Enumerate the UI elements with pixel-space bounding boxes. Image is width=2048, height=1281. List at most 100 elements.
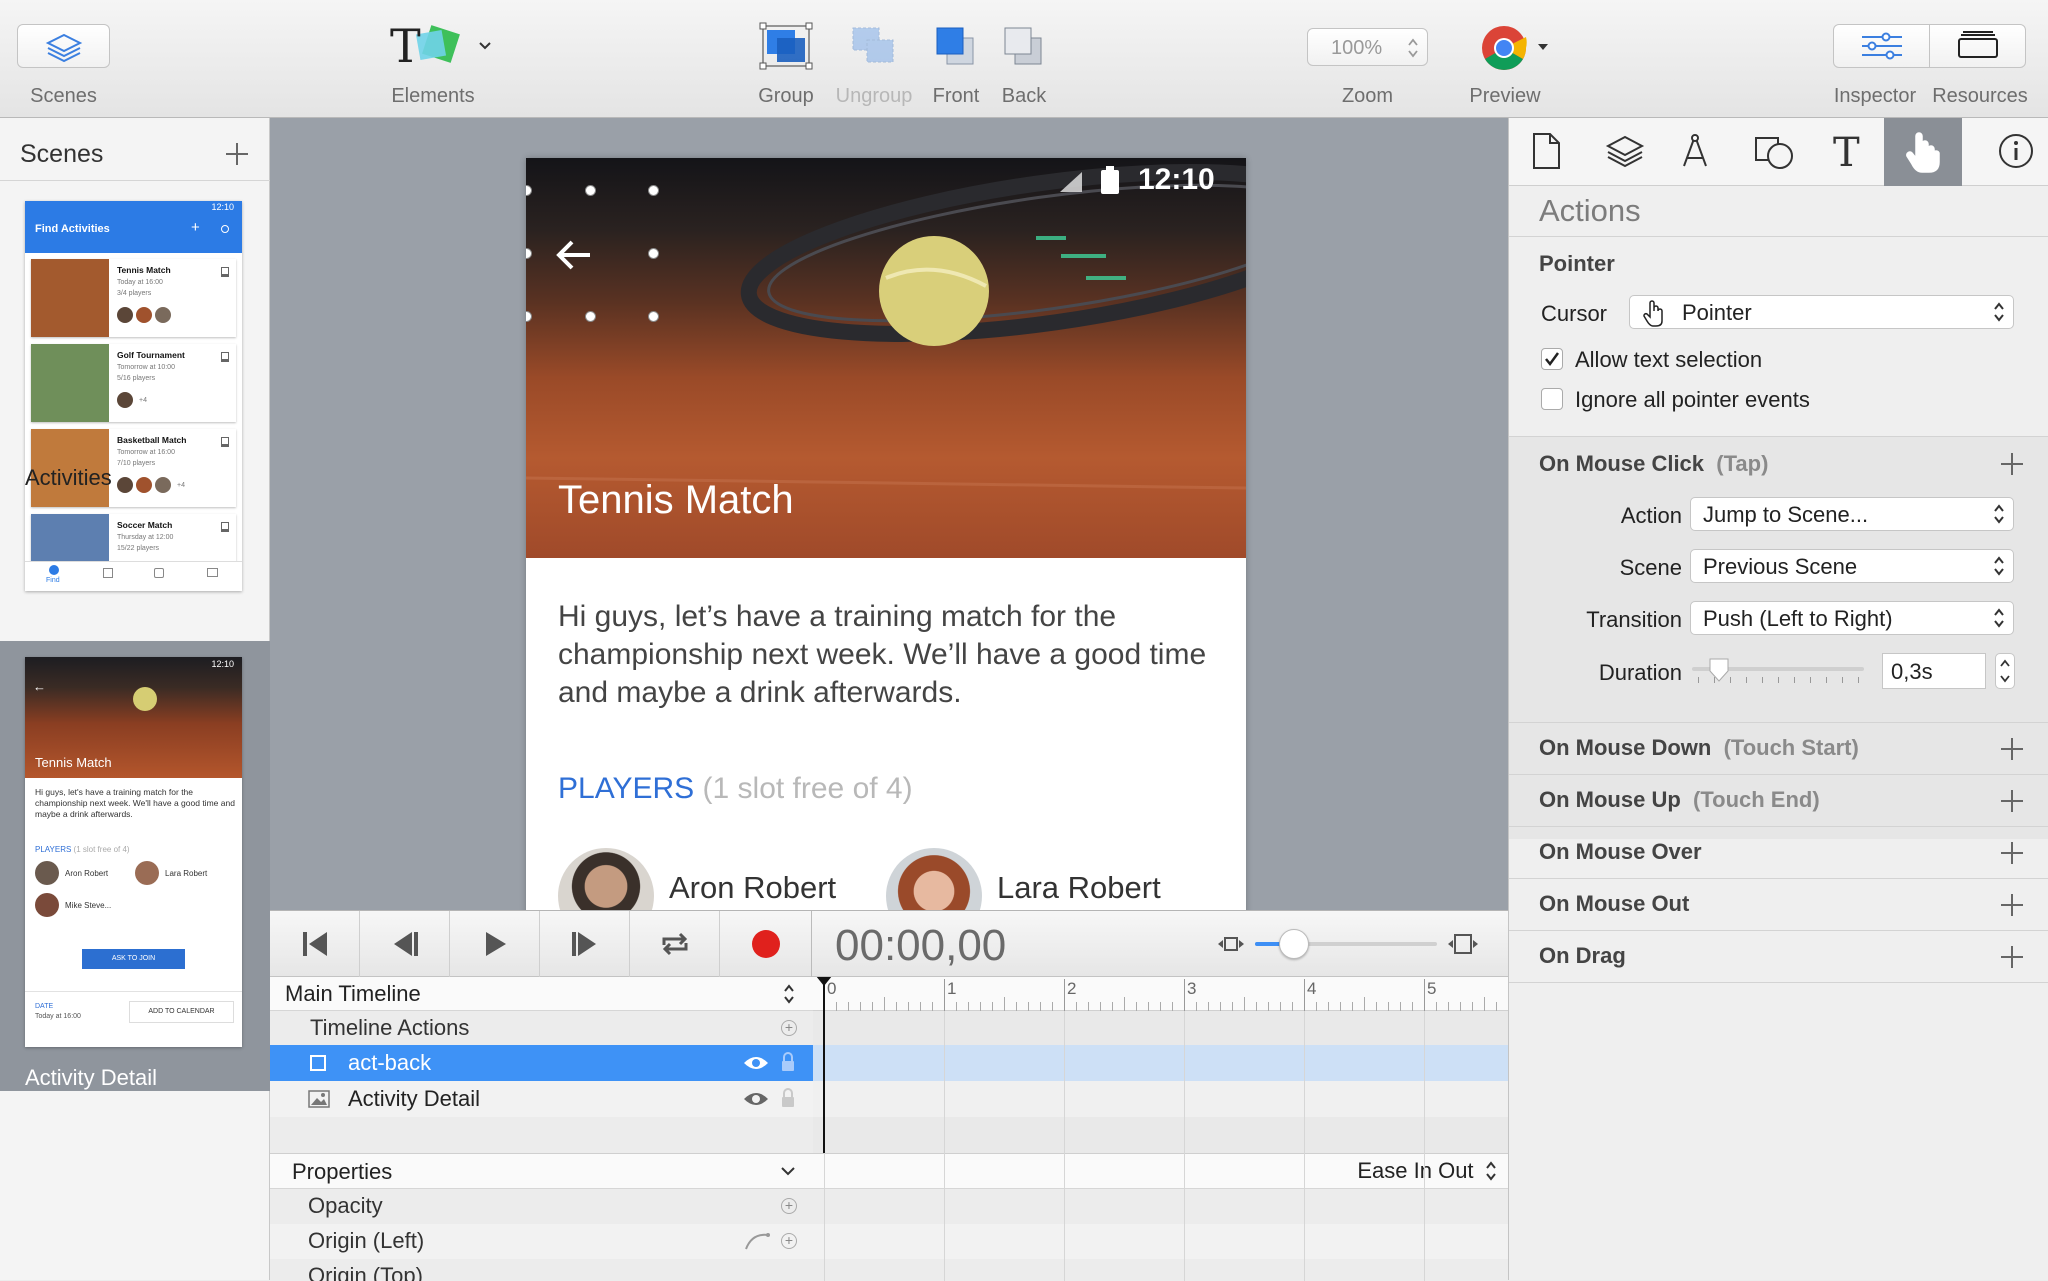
playhead[interactable] bbox=[823, 977, 825, 1153]
add-action-icon[interactable] bbox=[2001, 738, 2023, 760]
group-button[interactable] bbox=[757, 20, 815, 72]
handle[interactable] bbox=[648, 248, 659, 259]
ignore-pointer-events-checkbox[interactable] bbox=[1541, 388, 1563, 410]
action-select[interactable]: Jump to Scene... bbox=[1690, 497, 2014, 531]
thumb1-tab-find: Find bbox=[46, 577, 60, 584]
thumb2-avatar-2 bbox=[135, 861, 159, 885]
text-icon[interactable]: T bbox=[1831, 132, 1863, 170]
ruler-tick-label: 1 bbox=[947, 979, 957, 998]
preview-button[interactable] bbox=[1480, 24, 1550, 72]
property-row-origin-top[interactable]: Origin (Top) bbox=[270, 1259, 813, 1281]
handle[interactable] bbox=[648, 311, 659, 322]
add-keyframe-icon[interactable]: + bbox=[781, 1233, 797, 1249]
playhead-handle-icon[interactable] bbox=[816, 977, 832, 988]
layer-row-act-back[interactable]: act-back bbox=[270, 1045, 813, 1081]
ruler-minor-tick bbox=[1040, 1002, 1041, 1011]
add-scene-icon[interactable] bbox=[226, 143, 248, 165]
duration-field[interactable]: 0,3s bbox=[1882, 653, 1986, 689]
transition-select[interactable]: Push (Left to Right) bbox=[1690, 601, 2014, 635]
panel-toggle-group bbox=[1833, 24, 2026, 68]
elements-button[interactable]: T bbox=[388, 19, 498, 73]
ruler-minor-tick bbox=[1004, 997, 1005, 1011]
allow-text-selection-checkbox[interactable] bbox=[1541, 348, 1563, 370]
scenes-label: Scenes bbox=[30, 85, 97, 107]
resources-toggle-button[interactable] bbox=[1930, 25, 2026, 67]
ruler-minor-tick bbox=[1232, 1002, 1233, 1011]
zoom-out-icon[interactable] bbox=[1216, 933, 1246, 955]
bring-front-button[interactable] bbox=[933, 24, 979, 70]
on-mouse-over-section[interactable]: On Mouse Over bbox=[1509, 827, 2048, 879]
on-mouse-down-section[interactable]: On Mouse Down (Touch Start) bbox=[1509, 723, 2048, 775]
inspector-toggle-button[interactable] bbox=[1834, 25, 1930, 67]
timeline-zoom-slider[interactable] bbox=[1255, 929, 1437, 959]
lock-icon[interactable] bbox=[780, 1052, 796, 1072]
scenes-toggle-button[interactable] bbox=[17, 24, 110, 68]
zoom-stepper[interactable]: 100% bbox=[1307, 28, 1428, 66]
pen-tool-icon[interactable] bbox=[1679, 132, 1711, 170]
step-back-button[interactable] bbox=[360, 911, 450, 977]
record-button[interactable] bbox=[720, 911, 812, 977]
duration-slider[interactable] bbox=[1692, 658, 1864, 691]
design-canvas[interactable]: 12:10 Tennis Match Hi guys, let’s have a… bbox=[270, 118, 1508, 910]
layers-icon[interactable] bbox=[1605, 134, 1645, 168]
scene-item-activities[interactable]: 12:10 Find Activities + Tennis Match Toda… bbox=[0, 181, 270, 591]
slider-knob[interactable] bbox=[1279, 929, 1309, 959]
handle[interactable] bbox=[648, 185, 659, 196]
scene-select[interactable]: Previous Scene bbox=[1690, 549, 2014, 583]
handle[interactable] bbox=[526, 185, 532, 196]
ruler-minor-tick bbox=[1196, 1002, 1197, 1011]
on-drag-section[interactable]: On Drag bbox=[1509, 931, 2048, 983]
track-gridline bbox=[1424, 1011, 1425, 1281]
handle[interactable] bbox=[526, 248, 532, 259]
bezier-curve-icon[interactable] bbox=[744, 1231, 770, 1251]
element-square-icon bbox=[310, 1055, 326, 1071]
info-icon[interactable] bbox=[1997, 132, 2035, 170]
slider-knob[interactable] bbox=[1708, 657, 1730, 683]
property-row-opacity[interactable]: Opacity + bbox=[270, 1189, 813, 1224]
easing-select[interactable]: Ease In Out bbox=[1357, 1158, 1498, 1186]
document-icon[interactable] bbox=[1531, 132, 1561, 170]
slider-tick bbox=[1794, 677, 1795, 683]
on-mouse-up-section[interactable]: On Mouse Up (Touch End) bbox=[1509, 775, 2048, 827]
ruler-tick-label: 2 bbox=[1067, 979, 1077, 998]
back-arrow-selection[interactable] bbox=[526, 185, 659, 322]
player-name-1: Aron Robert bbox=[669, 870, 837, 905]
actions-tab[interactable] bbox=[1884, 118, 1962, 186]
visibility-eye-icon[interactable] bbox=[743, 1091, 769, 1107]
property-row-origin-left[interactable]: Origin (Left) + bbox=[270, 1224, 813, 1259]
duration-stepper[interactable] bbox=[1995, 653, 2015, 689]
step-forward-button[interactable] bbox=[540, 911, 630, 977]
mouse-click-title[interactable]: On Mouse Click (Tap) bbox=[1539, 451, 1768, 477]
loop-button[interactable] bbox=[630, 911, 720, 977]
timeline-actions-row[interactable]: Timeline Actions + bbox=[270, 1011, 813, 1045]
main-timeline-select[interactable]: Main Timeline bbox=[270, 977, 813, 1011]
add-action-icon[interactable] bbox=[2001, 453, 2023, 475]
send-back-button[interactable] bbox=[1001, 24, 1047, 70]
thumb1-tab-list-icon bbox=[154, 568, 164, 578]
add-action-icon[interactable] bbox=[2001, 790, 2023, 812]
visibility-eye-icon[interactable] bbox=[743, 1055, 769, 1071]
add-action-icon[interactable] bbox=[2001, 946, 2023, 968]
add-action-icon[interactable] bbox=[2001, 842, 2023, 864]
ruler-minor-tick bbox=[920, 1002, 921, 1011]
cursor-select[interactable]: Pointer bbox=[1629, 295, 2014, 329]
on-mouse-out-section[interactable]: On Mouse Out bbox=[1509, 879, 2048, 931]
add-keyframe-icon[interactable]: + bbox=[781, 1198, 797, 1214]
play-button[interactable] bbox=[450, 911, 540, 977]
add-action-icon[interactable] bbox=[2001, 894, 2023, 916]
handle[interactable] bbox=[585, 185, 596, 196]
slider-tick bbox=[1826, 677, 1827, 683]
resources-label: Resources bbox=[1932, 85, 2028, 107]
layer-row-activity-detail[interactable]: Activity Detail bbox=[270, 1081, 813, 1117]
pointer-section-title: Pointer bbox=[1539, 251, 1615, 276]
shapes-icon[interactable] bbox=[1753, 132, 1795, 170]
track-area[interactable]: 012345 Ease In Out bbox=[813, 977, 1508, 1281]
properties-header[interactable]: Properties bbox=[270, 1153, 813, 1189]
handle[interactable] bbox=[585, 311, 596, 322]
on-mouse-out-title: On Mouse Out bbox=[1539, 891, 1689, 917]
scene-item-activity-detail[interactable]: 12:10 ← Tennis Match Hi guys, let's have… bbox=[0, 641, 270, 1091]
zoom-in-icon[interactable] bbox=[1446, 931, 1480, 957]
add-keyframe-icon[interactable]: + bbox=[781, 1020, 797, 1036]
lock-icon[interactable] bbox=[780, 1088, 796, 1108]
go-to-start-button[interactable] bbox=[270, 911, 360, 977]
